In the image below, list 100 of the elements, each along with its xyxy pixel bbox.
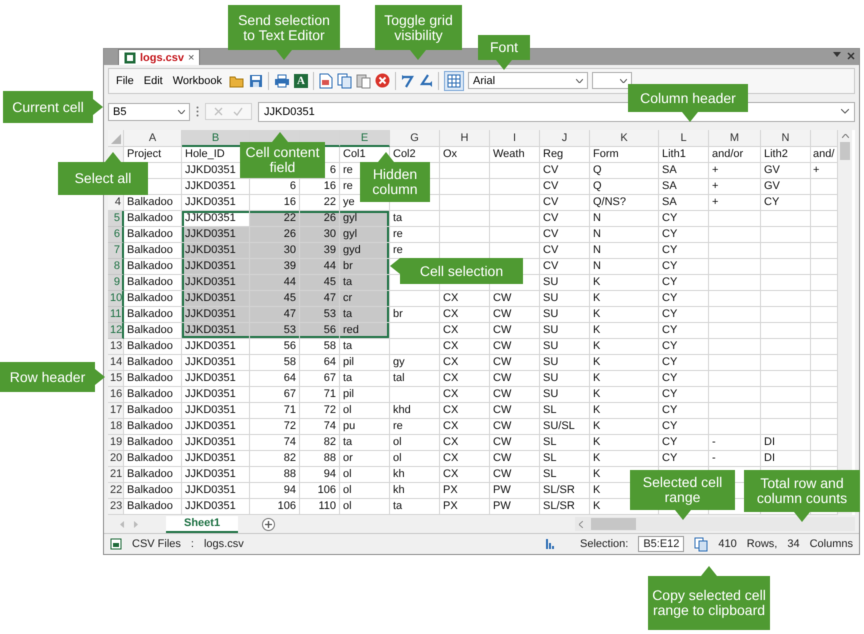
table-cell: Balkadoo — [124, 435, 182, 452]
horizontal-scrollbar[interactable] — [575, 517, 855, 532]
row-header[interactable]: 6 — [108, 227, 124, 244]
row-header[interactable]: 22 — [108, 483, 124, 500]
table-cell: CY — [659, 419, 709, 436]
menu-item[interactable]: Edit — [140, 74, 166, 87]
row-header[interactable]: 4 — [108, 195, 124, 212]
sheet-tab[interactable]: Sheet1 — [166, 516, 238, 533]
row-header[interactable]: 17 — [108, 403, 124, 420]
annotation-tooltip: Total row and column counts — [744, 470, 860, 522]
column-header[interactable]: B — [182, 130, 250, 148]
print-icon[interactable] — [274, 74, 290, 88]
table-cell: red — [340, 323, 390, 340]
table-cell: 74 — [300, 419, 340, 436]
column-header[interactable]: L — [659, 130, 709, 148]
table-cell: 58 — [300, 339, 340, 356]
row-header[interactable]: 20 — [108, 451, 124, 468]
row-header[interactable]: 21 — [108, 467, 124, 484]
redo-icon[interactable] — [419, 74, 434, 88]
grid-toggle-button[interactable] — [444, 70, 464, 91]
undo-icon[interactable] — [401, 74, 416, 88]
cell-name-box[interactable]: B5 — [108, 102, 190, 121]
row-header[interactable]: 12 — [108, 323, 124, 340]
row-header[interactable]: 15 — [108, 371, 124, 388]
table-cell: SU/SL — [540, 419, 590, 436]
table-cell: 71 — [250, 403, 300, 420]
row-header[interactable]: 10 — [108, 291, 124, 308]
row-header[interactable]: 18 — [108, 419, 124, 436]
table-cell: 44 — [250, 275, 300, 292]
scroll-up-icon[interactable] — [842, 134, 848, 138]
close-icon[interactable] — [847, 52, 855, 60]
table-cell: Reg — [540, 147, 590, 164]
annotation-tooltip: Send selection to Text Editor — [228, 5, 340, 60]
scrollbar-thumb[interactable] — [591, 518, 636, 530]
scrollbar-thumb[interactable] — [840, 142, 850, 160]
row-header[interactable]: 16 — [108, 387, 124, 404]
column-header[interactable]: N — [761, 130, 811, 148]
bar-chart-icon[interactable] — [546, 539, 556, 550]
close-tab-button[interactable]: × — [188, 52, 194, 64]
caret-icon[interactable] — [841, 109, 849, 114]
table-cell: br — [390, 307, 440, 324]
table-cell: CY — [659, 387, 709, 404]
table-cell: 16 — [300, 179, 340, 196]
table-cell: Ox — [440, 147, 490, 164]
row-header[interactable]: 8 — [108, 259, 124, 276]
table-cell: SL — [540, 451, 590, 468]
table-cell: CY — [659, 211, 709, 228]
delete-icon[interactable] — [375, 73, 390, 88]
row-header[interactable]: 13 — [108, 339, 124, 356]
annotation-tooltip: Column header — [628, 84, 748, 122]
table-cell: 82 — [250, 451, 300, 468]
copy-icon[interactable] — [337, 72, 352, 89]
table-cell: CY — [659, 291, 709, 308]
table-cell: Q/NS? — [590, 195, 659, 212]
rows-label: Rows, — [746, 538, 778, 550]
column-header[interactable]: I — [490, 130, 540, 148]
add-sheet-icon[interactable] — [262, 518, 276, 531]
save-icon[interactable] — [249, 74, 264, 88]
scroll-left-icon[interactable] — [579, 520, 583, 528]
table-cell: JJKD0351 — [182, 211, 250, 228]
table-cell: K — [590, 291, 659, 308]
text-editor-button[interactable]: A — [294, 74, 308, 88]
row-header[interactable]: 7 — [108, 243, 124, 260]
column-header[interactable]: J — [540, 130, 590, 148]
table-cell: ol — [390, 435, 440, 452]
row-header[interactable]: 11 — [108, 307, 124, 324]
column-header[interactable]: A — [124, 130, 182, 148]
triangle-icon — [111, 134, 121, 144]
row-header[interactable]: 9 — [108, 275, 124, 292]
table-cell: JJKD0351 — [182, 467, 250, 484]
column-header[interactable]: M — [709, 130, 761, 148]
table-cell: JJKD0351 — [182, 291, 250, 308]
table-cell: K — [590, 387, 659, 404]
row-header[interactable]: 14 — [108, 355, 124, 372]
paste-icon[interactable] — [356, 72, 372, 89]
table-cell: 39 — [300, 243, 340, 260]
menu-item[interactable]: Workbook — [170, 74, 226, 87]
annotation-tooltip: Row header — [0, 362, 105, 392]
row-header[interactable]: 5 — [108, 211, 124, 228]
table-cell: 26 — [300, 211, 340, 228]
table-cell: kh — [390, 483, 440, 500]
column-header[interactable]: E — [340, 130, 390, 148]
open-folder-icon[interactable] — [229, 74, 246, 88]
row-header[interactable]: 23 — [108, 499, 124, 516]
column-header[interactable]: H — [440, 130, 490, 148]
table-cell: CX — [440, 419, 490, 436]
table-cell: CX — [440, 323, 490, 340]
menu-item[interactable]: File — [113, 74, 137, 87]
column-header[interactable]: K — [590, 130, 659, 148]
table-cell: 53 — [250, 323, 300, 340]
document-tab[interactable]: logs.csv × — [118, 49, 200, 65]
font-dropdown[interactable]: Arial — [468, 72, 588, 90]
document-icon[interactable] — [319, 72, 334, 89]
annotation-tooltip: Current cell — [3, 91, 103, 123]
column-header[interactable]: G — [390, 130, 440, 148]
table-cell: CW — [490, 307, 540, 324]
font-size-dropdown[interactable] — [592, 72, 632, 90]
copy-icon[interactable] — [694, 536, 708, 552]
row-header[interactable]: 19 — [108, 435, 124, 452]
dropdown-icon[interactable] — [833, 52, 841, 58]
